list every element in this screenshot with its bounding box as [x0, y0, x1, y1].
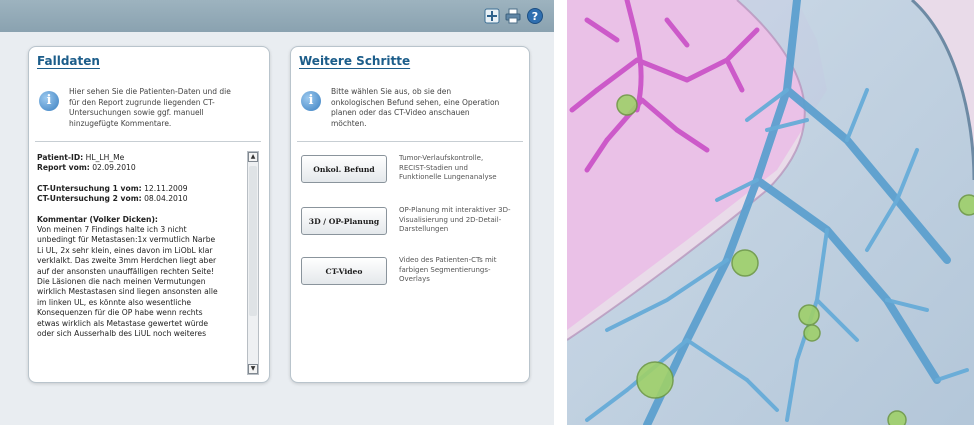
print-icon[interactable] — [505, 8, 521, 24]
ct-video-description: Video des Patienten-CTs mit farbigen Seg… — [399, 256, 497, 283]
comment-line: unbedingt für Metastasen:1x vermutlich N… — [37, 235, 216, 245]
comment-line: Die Läsionen die nach meinen Vermutungen — [37, 277, 206, 287]
comment-line: etwas wirklich als Metastase gewertet wü… — [37, 318, 209, 328]
patient-id-line: Patient-ID: HL_LH_Me — [37, 153, 125, 162]
ct2-line: CT-Untersuchung 2 vom: 08.04.2010 — [37, 194, 188, 204]
onkol-befund-button[interactable]: Onkol. Befund — [301, 155, 387, 183]
weitere-schritte-title: Weitere Schritte — [299, 54, 411, 68]
falldaten-info: Hier sehen Sie die Patienten-Daten und d… — [69, 87, 231, 128]
comment-heading: Kommentar (Volker Dicken): — [37, 214, 158, 224]
ct-video-button[interactable]: CT-Video — [301, 257, 387, 285]
report-app: ? Falldaten i Hier sehen Sie die Patient… — [0, 0, 554, 425]
comment-line: auf der ansonsten unauffälligen rechten … — [37, 266, 215, 276]
falldaten-divider — [35, 141, 261, 142]
info-icon: i — [39, 91, 59, 111]
op-planung-button[interactable]: 3D / OP-Planung — [301, 207, 387, 235]
comment-line: im linken UL, es könnte also wesentliche — [37, 297, 192, 307]
schritte-info: Bitte wählen Sie aus, ob sie den onkolog… — [331, 87, 500, 128]
onkol-befund-description: Tumor-Verlaufskontrolle, RECIST-Stadien … — [399, 154, 497, 181]
comment-scrollbar[interactable]: ▲ ▼ — [247, 151, 259, 375]
comment-line: Li UL, 2x sehr klein, eines davon im LiO… — [37, 245, 213, 255]
scroll-thumb[interactable] — [249, 166, 257, 316]
help-icon[interactable]: ? — [527, 8, 543, 24]
info-icon: i — [301, 91, 321, 111]
scroll-down-arrow[interactable]: ▼ — [248, 364, 258, 374]
op-planung-description: OP-Planung mit interaktiver 3D- Visualis… — [399, 206, 511, 233]
svg-text:?: ? — [532, 10, 538, 23]
lung-3d-visualization[interactable] — [567, 0, 974, 425]
comment-line: verklalkt. Das zweite 3mm Herdchen liegt… — [37, 256, 217, 266]
ct1-line: CT-Untersuchung 1 vom: 12.11.2009 — [37, 183, 188, 193]
weitere-schritte-panel: Weitere Schritte i Bitte wählen Sie aus,… — [290, 46, 530, 383]
comment-line: Von meinen 7 Findings halte ich 3 nicht — [37, 225, 187, 235]
patient-data: Patient-ID: HL_LH_Me Report vom: 02.09.2… — [37, 153, 247, 410]
comment-line: wirklich Mestastasen sind liegen ansonst… — [37, 287, 218, 297]
top-toolbar: ? — [0, 0, 554, 32]
expand-icon[interactable] — [484, 8, 500, 24]
report-date-line: Report vom: 02.09.2010 — [37, 163, 136, 173]
schritte-divider — [297, 141, 523, 142]
falldaten-panel: Falldaten i Hier sehen Sie die Patienten… — [28, 46, 270, 383]
comment-line: Konsequenzen für die OP habe wenn rechts — [37, 308, 203, 318]
falldaten-title: Falldaten — [37, 54, 100, 68]
scroll-up-arrow[interactable]: ▲ — [248, 152, 258, 162]
comment-line: oder sich Ausserhalb des LiUL noch weite… — [37, 329, 207, 339]
